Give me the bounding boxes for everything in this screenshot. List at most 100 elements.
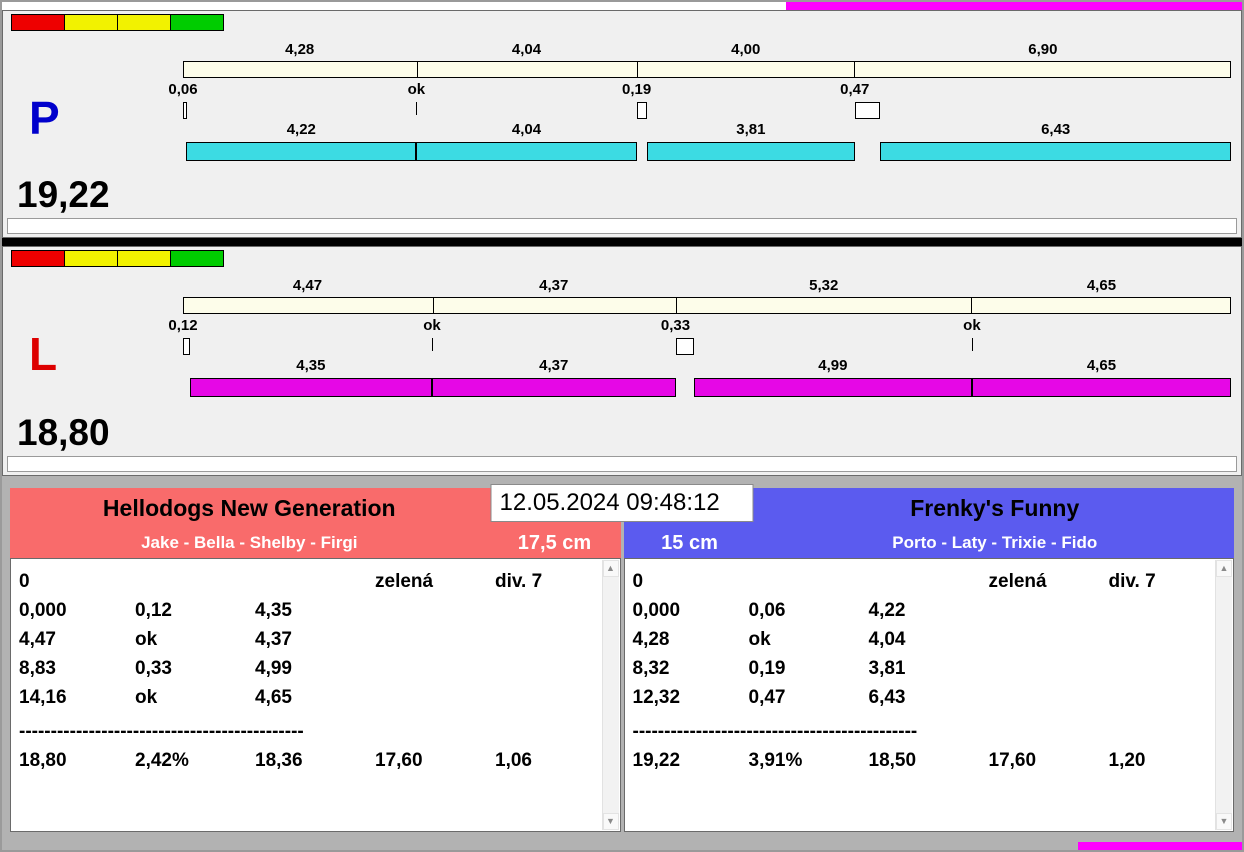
run-split-label: 4,04 [416,121,636,138]
table-cell: 3,91% [749,746,869,775]
status-light [117,250,171,267]
table-cell [1109,596,1208,625]
table-row: 18,802,42%18,3617,601,06 [19,746,594,775]
table-cell [495,654,594,683]
run-bar-segment [432,378,675,397]
lane-bars: 4,474,375,324,65 0,12ok0,33ok 4,354,374,… [183,277,1231,397]
table-cell: div. 7 [495,567,594,596]
team-name: Frenky's Funny [756,495,1235,522]
bottom-strip-accent [1078,842,1242,850]
table-row: 19,223,91%18,5017,601,20 [633,746,1208,775]
table-cell: 4,99 [255,654,375,683]
scroll-down-icon[interactable]: ▼ [603,813,619,830]
table-cell: 17,60 [375,746,495,775]
table-cell: ok [135,683,255,712]
run-bar [183,378,1231,397]
run-bar-segment [647,142,855,161]
table-row: 8,830,334,99 [19,654,594,683]
table-scrollbar[interactable]: ▲ ▼ [602,560,619,830]
run-split-labels: 4,354,374,994,65 [183,357,1231,377]
table-row: 0zelenádiv. 7 [19,567,594,596]
lane-bars: 4,284,044,006,90 0,06ok0,190,47 4,224,04… [183,41,1231,161]
lane-status-field [7,456,1237,472]
lane-total: 18,80 [17,414,110,451]
table-row: 4,28ok4,04 [633,625,1208,654]
run-split-label: 4,65 [972,357,1231,374]
table-cell: 0,19 [749,654,869,683]
app-window: P 4,284,044,006,90 0,06ok0,190,47 4,224,… [0,0,1244,852]
run-bar-segment [694,378,972,397]
table-cell: 0,000 [633,596,749,625]
table-scrollbar[interactable]: ▲ ▼ [1215,560,1232,830]
team-dogs: Porto - Laty - Trixie - Fido [756,533,1235,553]
status-light [11,14,65,31]
team-dogs: Jake - Bella - Shelby - Firgi [10,533,489,553]
run-bar-segment [186,142,416,161]
table-cell: 8,32 [633,654,749,683]
team-name: Hellodogs New Generation [10,495,489,522]
table-body: 0zelenádiv. 70,0000,124,354,47ok4,378,83… [19,567,594,775]
run-bar-segment [972,378,1231,397]
table-row: 4,47ok4,37 [19,625,594,654]
table-row: 8,320,193,81 [633,654,1208,683]
table-cell: 0,12 [135,596,255,625]
table-row: 0,0000,064,22 [633,596,1208,625]
table-row: 12,320,476,43 [633,683,1208,712]
fault-labels: 0,06ok0,190,47 [183,81,1231,101]
fault-tick [416,102,417,115]
fault-tick [972,338,973,351]
lane-panel-right: P 4,284,044,006,90 0,06ok0,190,47 4,224,… [2,10,1242,238]
run-split-labels: 4,224,043,816,43 [183,121,1231,141]
table-cell: 4,65 [255,683,375,712]
table-cell: zelená [989,567,1109,596]
team-height: 15 cm [624,532,756,555]
lane-status-field [7,218,1237,234]
team-subtitle-row: Porto - Laty - Trixie - Fido 15 cm [624,528,1235,558]
table-cell [989,654,1109,683]
fault-label: 0,12 [153,317,213,334]
table-cell: 14,16 [19,683,135,712]
lane-letter: L [29,331,57,377]
plan-bar-tick [676,298,677,313]
run-bar [183,142,1231,161]
plan-split-labels: 4,474,375,324,65 [183,277,1231,297]
team-height: 17,5 cm [489,532,621,555]
run-bar-segment [880,142,1231,161]
fault-label: ok [942,317,1002,334]
team-panel-left: Hellodogs New Generation Jake - Bella - … [10,488,621,832]
fault-label: 0,47 [825,81,885,98]
table-cell: 4,28 [633,625,749,654]
fault-label: 0,19 [607,81,667,98]
table-separator: ----------------------------------------… [633,717,1208,746]
table-cell [495,683,594,712]
lane-total: 19,22 [17,176,110,213]
table-cell: 0,000 [19,596,135,625]
table-cell: 4,37 [255,625,375,654]
scroll-up-icon[interactable]: ▲ [1216,560,1232,577]
table-cell: 4,35 [255,596,375,625]
results-section: 12.05.2024 09:48:12 Hellodogs New Genera… [2,476,1242,842]
table-cell: 12,32 [633,683,749,712]
bottom-strip [2,842,1242,850]
table-row: 14,16ok4,65 [19,683,594,712]
team-subtitle-row: Jake - Bella - Shelby - Firgi 17,5 cm [10,528,621,558]
run-bar-segment [416,142,636,161]
table-cell: 18,80 [19,746,135,775]
status-light [11,250,65,267]
fault-label: ok [402,317,462,334]
team-panel-right: Frenky's Funny Porto - Laty - Trixie - F… [624,488,1235,832]
table-cell: 4,22 [869,596,989,625]
table-body: 0 zelenádiv. 70,0000,064,224,28ok4,048,32… [633,567,1208,775]
scroll-up-icon[interactable]: ▲ [603,560,619,577]
table-cell: 3,81 [869,654,989,683]
lane-panel-left: L 4,474,375,324,65 0,12ok0,33ok 4,354,37… [2,246,1242,476]
table-row: 0 zelenádiv. 7 [633,567,1208,596]
plan-bar-tick [433,298,434,313]
plan-bar-tick [637,62,638,77]
table-cell [375,683,495,712]
table-cell: 19,22 [633,746,749,775]
table-cell: div. 7 [1109,567,1208,596]
table-cell: 0 [633,567,749,596]
scroll-down-icon[interactable]: ▼ [1216,813,1232,830]
plan-split-label: 6,90 [855,41,1231,58]
